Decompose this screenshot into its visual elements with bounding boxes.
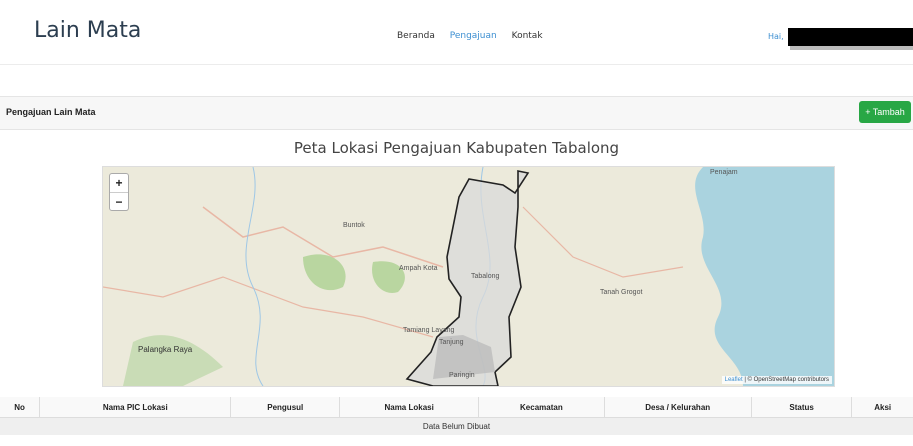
map-attribution: Leaflet | © OpenStreetMap contributors [721, 376, 832, 384]
col-nama-pic: Nama PIC Lokasi [39, 397, 232, 418]
place-buntok: Buntok [343, 222, 365, 229]
osm-attribution: | © OpenStreetMap contributors [744, 377, 829, 383]
zoom-control: + − [109, 173, 129, 211]
zoom-out-button[interactable]: − [110, 193, 128, 211]
place-tanah-grogot: Tanah Grogot [600, 289, 643, 296]
place-tabalong: Tabalong [471, 273, 500, 280]
nav-kontak[interactable]: Kontak [512, 31, 543, 41]
redacted-underline [790, 46, 913, 50]
map-title: Peta Lokasi Pengajuan Kabupaten Tabalong [293, 139, 620, 157]
col-aksi: Aksi [851, 397, 913, 418]
col-pengusul: Pengusul [230, 397, 341, 418]
place-tamiang-layang: Tamiang Layang [403, 327, 455, 334]
place-palangka-raya: Palangka Raya [138, 345, 193, 354]
map-tiles [103, 167, 834, 386]
place-paringin: Paringin [449, 372, 475, 379]
nav-pengajuan[interactable]: Pengajuan [450, 31, 497, 41]
nav-beranda[interactable]: Beranda [397, 31, 435, 41]
brand-logo[interactable]: Lain Mata [34, 18, 141, 43]
zoom-in-button[interactable]: + [110, 174, 128, 193]
leaflet-link[interactable]: Leaflet [725, 377, 743, 383]
empty-message: Data Belum Dibuat [0, 417, 913, 435]
col-nama-lokasi: Nama Lokasi [339, 397, 480, 418]
redacted-username [788, 28, 913, 46]
col-desa: Desa / Kelurahan [604, 397, 752, 418]
place-tanjung: Tanjung [439, 339, 464, 346]
user-greeting[interactable]: Hai, [768, 32, 784, 41]
place-penajam: Penajam [710, 169, 738, 176]
col-no: No [0, 397, 41, 418]
page-title: Pengajuan Lain Mata [6, 107, 96, 117]
data-table: No Nama PIC Lokasi Pengusul Nama Lokasi … [0, 397, 913, 435]
map-view[interactable]: Palangka Raya Buntok Ampah Kota Tamiang … [102, 166, 835, 387]
col-status: Status [751, 397, 853, 418]
place-ampah-kota: Ampah Kota [399, 265, 438, 272]
page-toolbar: Pengajuan Lain Mata + Tambah [0, 96, 913, 130]
col-kecamatan: Kecamatan [478, 397, 605, 418]
add-button[interactable]: + Tambah [859, 101, 911, 123]
navbar: Lain Mata Beranda Pengajuan Kontak Hai, [0, 0, 913, 65]
nav-menu: Beranda Pengajuan Kontak [397, 31, 555, 41]
table-row: Data Belum Dibuat [0, 417, 913, 435]
table-header-row: No Nama PIC Lokasi Pengusul Nama Lokasi … [0, 397, 913, 418]
